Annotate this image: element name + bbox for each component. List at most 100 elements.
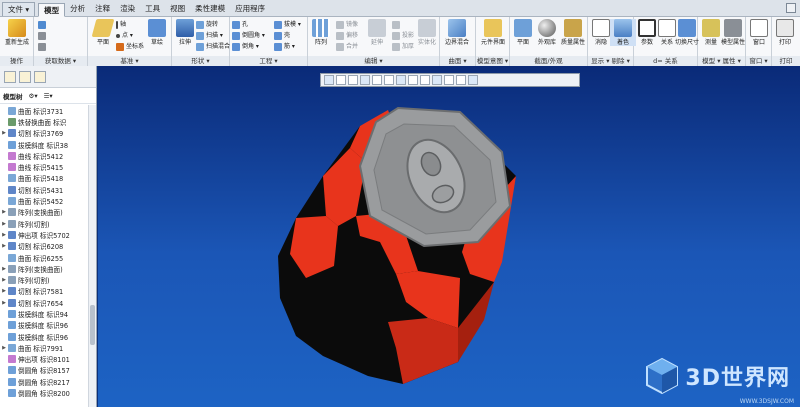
print-button[interactable]: 打印 [772,19,798,46]
expand-arrow-icon[interactable]: ▶ [0,288,8,294]
mass-properties-button[interactable]: 质量属性 [560,19,586,46]
hole-button[interactable]: 孔 [232,20,248,30]
model-tree-scrollbar[interactable] [88,105,96,407]
expand-arrow-icon[interactable]: ▶ [0,300,8,306]
boundary-blend-button[interactable]: 边界混合 [444,19,470,46]
tree-item[interactable]: 伸出项 标识8101 [0,354,88,365]
tree-item[interactable]: 曲面 标识5452 [0,195,88,206]
tree-item[interactable]: ▶ 切割 标识7654 [0,297,88,308]
tree-item[interactable]: 倒圆角 标识8157 [0,365,88,376]
swept-blend-button[interactable]: 扫描混合 [196,42,230,52]
model-properties-button[interactable]: 模型属性 [720,19,746,46]
datum-axis-button[interactable]: 轴 [116,20,126,30]
tab-file[interactable]: 文件 ▾ [2,2,36,16]
display-style-icon[interactable] [372,75,382,85]
zoom-in-icon[interactable] [336,75,346,85]
mirror-button[interactable]: 镜像 [336,20,358,30]
tree-item[interactable]: 曲面 标识5418 [0,173,88,184]
tree-item[interactable]: 倒圆角 标识8217 [0,376,88,387]
shading-button[interactable]: 着色 [610,19,636,46]
tab-applications[interactable]: 应用程序 [230,2,270,16]
tab-tools[interactable]: 工具 [140,2,165,16]
coordinate-system-button[interactable]: 坐标系 [116,42,144,52]
solidify-button[interactable]: 实体化 [414,19,440,46]
repaint-icon[interactable] [360,75,370,85]
tree-item[interactable]: ▶ 阵列(变换曲面) [0,207,88,218]
expand-arrow-icon[interactable]: ▶ [0,277,8,283]
tree-item[interactable]: ▶ 曲面 标识7991 [0,342,88,353]
view-manager-icon[interactable] [384,75,394,85]
folder-browser-tab-icon[interactable] [19,70,31,83]
expand-arrow-icon[interactable]: ▶ [0,345,8,351]
shell-button[interactable]: 壳 [274,31,290,41]
zoom-out-icon[interactable] [348,75,358,85]
sweep-button[interactable]: 扫描 ▾ [196,31,223,41]
tree-item[interactable]: ▶ 阵列(变换曲面) [0,263,88,274]
component-interface-button[interactable]: 元件界面 [480,19,506,46]
merge-button[interactable]: 合并 [336,42,358,52]
round-button[interactable]: 倒圆角 ▾ [232,31,265,41]
annotation-icon[interactable] [432,75,442,85]
tab-view[interactable]: 视图 [165,2,190,16]
tree-item[interactable]: 曲线 标识5415 [0,161,88,172]
expand-arrow-icon[interactable]: ▶ [0,266,8,272]
tree-item[interactable]: 倒圆角 标识8200 [0,387,88,398]
thicken-button[interactable]: 加厚 [392,42,414,52]
extrude-button[interactable]: 拉伸 [172,19,198,46]
chamfer-button[interactable]: 倒角 ▾ [232,42,259,52]
tree-item[interactable]: ▶ 切割 标识7581 [0,286,88,297]
saved-views-icon[interactable] [396,75,406,85]
pattern-button[interactable]: 阵列 [308,19,334,46]
tab-analysis[interactable]: 分析 [65,2,90,16]
tab-model[interactable]: 模型 [38,3,66,17]
expand-arrow-icon[interactable]: ▶ [0,221,8,227]
expand-arrow-icon[interactable]: ▶ [0,130,8,136]
tree-item[interactable]: 铁替换曲面 标识 [0,116,88,127]
draft-button[interactable]: 拔模 ▾ [274,20,301,30]
shrinkwrap-button[interactable] [38,42,46,52]
datum-plane-button[interactable]: 平面 [90,19,116,46]
tree-item[interactable]: 拔模斜度 标识96 [0,320,88,331]
switch-dimensions-button[interactable]: 切换尺寸 [674,19,700,46]
scrollbar-thumb[interactable] [90,305,95,345]
favorites-tab-icon[interactable] [34,70,46,83]
appearance-gallery-button[interactable]: 外观库 [534,19,560,46]
help-icon[interactable] [786,3,796,13]
expand-arrow-icon[interactable]: ▶ [0,209,8,215]
can-model[interactable] [98,66,800,407]
sketch-button[interactable]: 草绘 [144,19,170,46]
tab-flexible-modeling[interactable]: 柔性建模 [190,2,230,16]
tree-item[interactable]: ▶ 切割 标识3769 [0,128,88,139]
datum-point-button[interactable]: 点 ▾ [116,31,133,41]
datum-display-icon[interactable] [408,75,418,85]
offset-button[interactable]: 偏移 [336,31,358,41]
zoom-fit-icon[interactable] [324,75,334,85]
tree-item[interactable]: 曲面 标识3731 [0,105,88,116]
section-plane-button[interactable]: 平面 [510,19,536,46]
rib-button[interactable]: 筋 ▾ [274,42,295,52]
tab-annotate[interactable]: 注释 [90,2,115,16]
tree-item[interactable]: 拔模斜度 标识94 [0,308,88,319]
tree-item[interactable]: 曲面 标识6255 [0,252,88,263]
tree-item[interactable]: ▶ 伸出项 标识5702 [0,229,88,240]
window-button[interactable]: 窗口 [746,19,772,46]
project-button[interactable]: 投影 [392,31,414,41]
expand-arrow-icon[interactable]: ▶ [0,232,8,238]
spin-center-icon[interactable] [420,75,430,85]
user-feature-button[interactable] [38,31,46,41]
copy-geometry-button[interactable] [38,20,46,30]
graphics-viewport[interactable]: 3D世界网 WWW.3DSJW.COM [98,66,800,407]
tree-item[interactable]: ▶ 阵列(切割) [0,218,88,229]
tree-item[interactable]: ▶ 阵列(切割) [0,274,88,285]
tree-item[interactable]: 切割 标识5431 [0,184,88,195]
trim-button[interactable] [392,20,400,30]
tree-item[interactable]: 拔模斜度 标识38 [0,139,88,150]
tree-show-icon[interactable]: ☰▾ [44,92,53,100]
tree-settings-icon[interactable]: ⚙▾ [29,92,38,100]
orient-icon[interactable] [468,75,478,85]
tab-render[interactable]: 渲染 [115,2,140,16]
tree-item[interactable]: ▶ 切割 标识6208 [0,241,88,252]
hidden-line-icon[interactable] [444,75,454,85]
regenerate-button[interactable]: 重新生成 [4,19,30,46]
model-tree-tab-icon[interactable] [4,70,16,83]
